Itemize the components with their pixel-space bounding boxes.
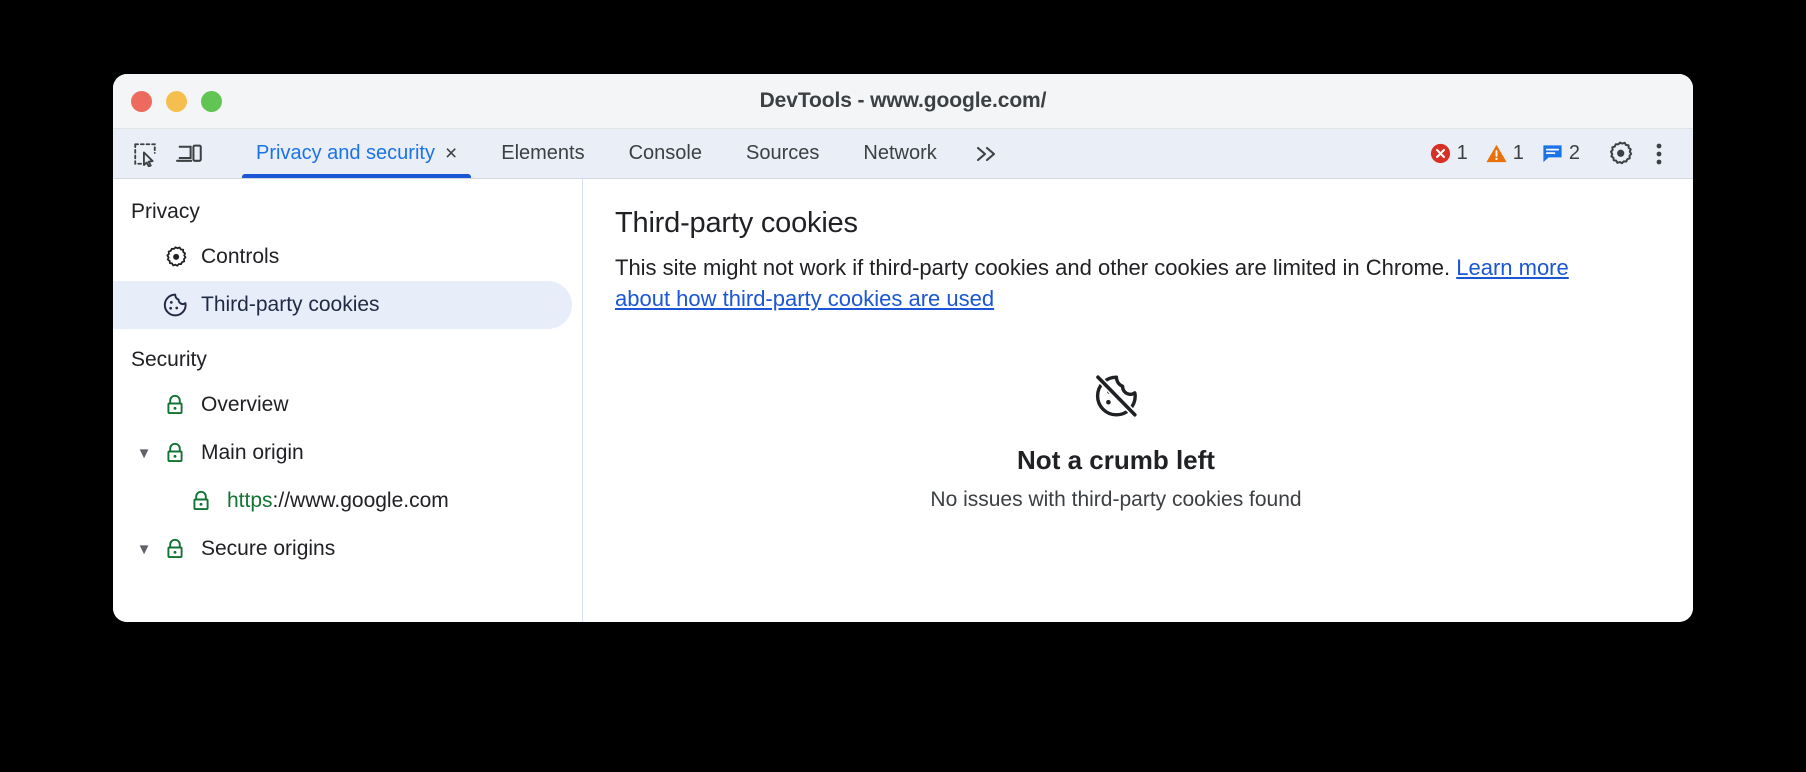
sidebar-section-privacy-heading: Privacy	[131, 200, 200, 223]
tab-label: Privacy and security	[256, 142, 435, 164]
empty-state: Not a crumb left No issues with third-pa…	[615, 372, 1657, 512]
sidebar-section-security-heading: Security	[131, 348, 207, 371]
sidebar-item-label: Controls	[201, 245, 280, 268]
gear-icon[interactable]	[1602, 136, 1638, 172]
sidebar-item-third-party-cookies[interactable]: Third-party cookies	[113, 281, 572, 329]
url-scheme: https	[227, 489, 273, 512]
tab-label: Sources	[746, 142, 820, 164]
error-count: 1	[1456, 142, 1468, 164]
more-tabs-icon[interactable]	[959, 129, 1017, 178]
tab-console[interactable]: Console	[607, 129, 724, 178]
privacy-security-sidebar: Privacy Controls Third-party cookies Sec…	[113, 179, 583, 622]
lock-icon	[157, 441, 193, 465]
empty-state-subtitle: No issues with third-party cookies found	[930, 488, 1302, 512]
chevron-down-icon[interactable]: ▼	[131, 541, 157, 558]
gear-icon	[157, 245, 193, 270]
sidebar-item-overview[interactable]: Overview	[113, 381, 572, 429]
sidebar-item-origin-url[interactable]: https://www.google.com	[113, 477, 572, 525]
tab-label: Elements	[501, 142, 585, 164]
warning-count-badge[interactable]: 1	[1478, 142, 1531, 165]
issues-count: 2	[1568, 142, 1580, 164]
sidebar-item-controls[interactable]: Controls	[113, 233, 572, 281]
sidebar-item-label: Overview	[201, 393, 289, 416]
close-icon[interactable]: ×	[445, 143, 457, 164]
devtools-toolbar: Privacy and security × Elements Console …	[113, 129, 1693, 179]
main-panel: Third-party cookies This site might not …	[583, 179, 1693, 622]
toolbar-left-icons	[113, 129, 234, 178]
description-text: This site might not work if third-party …	[615, 255, 1457, 280]
page-description: This site might not work if third-party …	[615, 252, 1595, 314]
device-toolbar-icon[interactable]	[171, 136, 207, 172]
cookie-off-icon	[1092, 374, 1140, 424]
url-rest: ://www.google.com	[272, 489, 449, 512]
page-title: Third-party cookies	[615, 207, 858, 239]
warning-icon	[1486, 144, 1507, 163]
empty-state-title: Not a crumb left	[1017, 445, 1215, 476]
origin-url: https://www.google.com	[227, 489, 449, 513]
sidebar-item-label: Main origin	[201, 441, 304, 464]
error-count-badge[interactable]: 1	[1422, 142, 1475, 165]
devtools-body: Privacy Controls Third-party cookies Sec…	[113, 179, 1693, 622]
tab-network[interactable]: Network	[841, 129, 958, 178]
window-titlebar: DevTools - www.google.com/	[113, 74, 1693, 129]
tab-label: Network	[863, 142, 937, 164]
issues-icon	[1543, 145, 1562, 163]
tab-elements[interactable]: Elements	[479, 129, 606, 178]
inspect-element-icon[interactable]	[127, 136, 163, 172]
warning-count: 1	[1512, 142, 1524, 164]
lock-icon	[183, 489, 219, 513]
sidebar-item-label: Secure origins	[201, 537, 336, 560]
tab-sources[interactable]: Sources	[724, 129, 841, 178]
chevron-down-icon[interactable]: ▼	[131, 445, 157, 462]
sidebar-item-secure-origins[interactable]: ▼ Secure origins	[113, 525, 572, 573]
window-title: DevTools - www.google.com/	[759, 89, 1047, 112]
sidebar-item-label: Third-party cookies	[201, 293, 380, 316]
tab-label: Console	[628, 142, 702, 164]
toolbar-right-group: 1 1 2	[1422, 129, 1693, 178]
cookie-icon	[157, 292, 193, 318]
error-icon	[1430, 143, 1450, 164]
tab-privacy-and-security[interactable]: Privacy and security ×	[234, 129, 479, 178]
panel-tabs: Privacy and security × Elements Console …	[234, 129, 1422, 178]
more-vertical-icon[interactable]	[1641, 136, 1677, 172]
lock-icon	[157, 537, 193, 561]
devtools-window: DevTools - www.google.com/ Privacy and s…	[113, 74, 1693, 622]
issues-count-badge[interactable]: 2	[1534, 142, 1587, 165]
sidebar-item-main-origin[interactable]: ▼ Main origin	[113, 429, 572, 477]
lock-icon	[157, 393, 193, 417]
